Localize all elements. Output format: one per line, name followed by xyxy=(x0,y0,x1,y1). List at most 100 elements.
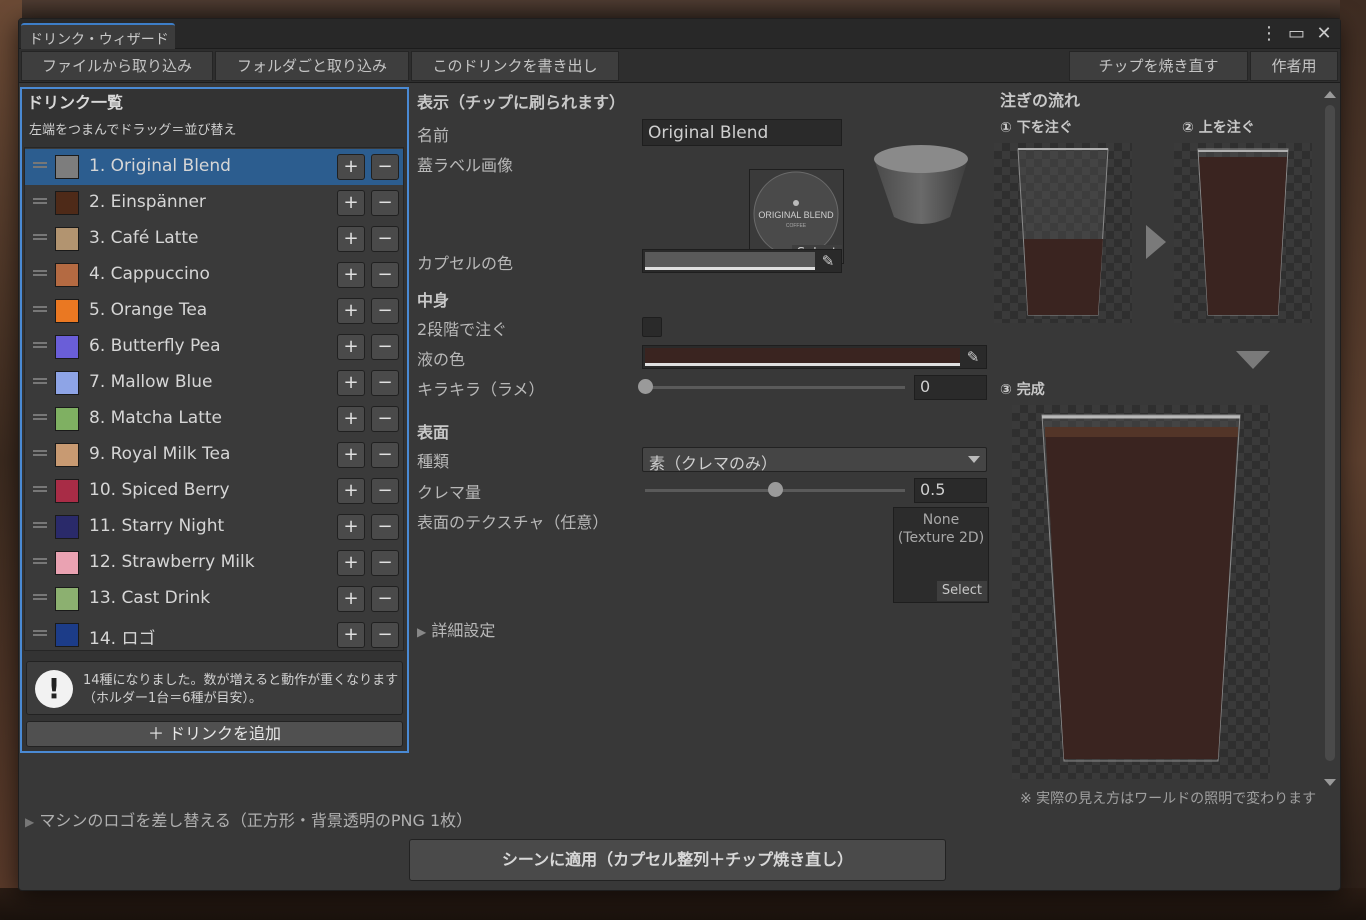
surface-texture-field[interactable]: None (Texture 2D) Select xyxy=(893,507,989,603)
remove-button[interactable]: − xyxy=(371,406,399,432)
drink-list: 1. Original Blend + −2. Einspänner + −3. Caf… xyxy=(24,147,404,651)
list-item[interactable]: 3. Café Latte + − xyxy=(25,221,403,257)
remove-button[interactable]: − xyxy=(371,622,399,648)
drag-handle-icon[interactable] xyxy=(33,378,47,384)
drag-handle-icon[interactable] xyxy=(33,486,47,492)
duplicate-button[interactable]: + xyxy=(337,406,365,432)
drink-name: 5. Orange Tea xyxy=(89,300,208,320)
duplicate-button[interactable]: + xyxy=(337,442,365,468)
step3-label: ③ 完成 xyxy=(1000,382,1045,398)
step1-preview xyxy=(994,143,1132,323)
duplicate-button[interactable]: + xyxy=(337,334,365,360)
duplicate-button[interactable]: + xyxy=(337,514,365,540)
duplicate-button[interactable]: + xyxy=(337,478,365,504)
drag-handle-icon[interactable] xyxy=(33,630,47,636)
import-file-button[interactable]: ファイルから取り込み xyxy=(21,51,213,81)
scrollbar[interactable] xyxy=(1322,87,1336,793)
list-item[interactable]: 1. Original Blend + − xyxy=(25,149,403,185)
drag-handle-icon[interactable] xyxy=(33,162,47,168)
list-item[interactable]: 6. Butterfly Pea + − xyxy=(25,329,403,365)
scroll-down-icon[interactable] xyxy=(1324,779,1336,786)
list-item[interactable]: 14. ロゴ + − xyxy=(25,617,403,653)
capsule-color-field[interactable]: ✎ xyxy=(642,249,842,273)
maximize-icon[interactable]: ▭ xyxy=(1288,23,1305,45)
liquid-color-label: 液の色 xyxy=(417,350,466,369)
duplicate-button[interactable]: + xyxy=(337,622,365,648)
capsule-color-label: カプセルの色 xyxy=(417,254,514,273)
duplicate-button[interactable]: + xyxy=(337,226,365,252)
duplicate-button[interactable]: + xyxy=(337,370,365,396)
pour-flow-panel: 注ぎの流れ ① 下を注ぐ ② 上を注ぐ ③ 完成 ※ 実際の見え方はワールドの照… xyxy=(994,87,1324,807)
remove-button[interactable]: − xyxy=(371,334,399,360)
close-icon[interactable]: ✕ xyxy=(1316,23,1332,45)
duplicate-button[interactable]: + xyxy=(337,586,365,612)
duplicate-button[interactable]: + xyxy=(337,298,365,324)
remove-button[interactable]: − xyxy=(371,262,399,288)
scrollbar-thumb[interactable] xyxy=(1325,105,1335,761)
drag-handle-icon[interactable] xyxy=(33,342,47,348)
drink-color-swatch xyxy=(55,371,79,395)
list-item[interactable]: 8. Matcha Latte + − xyxy=(25,401,403,437)
surface-type-dropdown[interactable]: 素（クレマのみ） xyxy=(642,447,987,473)
remove-button[interactable]: − xyxy=(371,478,399,504)
texture-select-button[interactable]: Select xyxy=(936,581,987,601)
drag-handle-icon[interactable] xyxy=(33,414,47,420)
two-stage-checkbox[interactable] xyxy=(642,317,662,337)
add-drink-button[interactable]: ＋ ドリンクを追加 xyxy=(26,721,403,747)
final-preview xyxy=(1012,405,1270,779)
list-item[interactable]: 10. Spiced Berry + − xyxy=(25,473,403,509)
logo-foldout[interactable]: ▶ マシンのロゴを差し替える（正方形・背景透明のPNG 1枚） xyxy=(25,807,472,831)
remove-button[interactable]: − xyxy=(371,226,399,252)
glitter-slider-track[interactable] xyxy=(645,386,905,389)
glitter-slider-knob[interactable] xyxy=(638,379,653,394)
drag-handle-icon[interactable] xyxy=(33,198,47,204)
duplicate-button[interactable]: + xyxy=(337,262,365,288)
remove-button[interactable]: − xyxy=(371,514,399,540)
duplicate-button[interactable]: + xyxy=(337,190,365,216)
drink-color-swatch xyxy=(55,407,79,431)
remove-button[interactable]: − xyxy=(371,550,399,576)
drag-handle-icon[interactable] xyxy=(33,270,47,276)
list-item[interactable]: 5. Orange Tea + − xyxy=(25,293,403,329)
duplicate-button[interactable]: + xyxy=(337,550,365,576)
drag-handle-icon[interactable] xyxy=(33,306,47,312)
list-item[interactable]: 13. Cast Drink + − xyxy=(25,581,403,617)
eyedropper-icon[interactable]: ✎ xyxy=(960,346,986,368)
list-item[interactable]: 9. Royal Milk Tea + − xyxy=(25,437,403,473)
drag-handle-icon[interactable] xyxy=(33,234,47,240)
drag-handle-icon[interactable] xyxy=(33,450,47,456)
rebake-chips-button[interactable]: チップを焼き直す xyxy=(1069,51,1248,81)
author-button[interactable]: 作者用 xyxy=(1250,51,1338,81)
import-folder-button[interactable]: フォルダごと取り込み xyxy=(215,51,409,81)
surface-section-header: 表面 xyxy=(417,423,450,442)
list-item[interactable]: 11. Starry Night + − xyxy=(25,509,403,545)
name-field[interactable]: Original Blend xyxy=(642,119,842,146)
remove-button[interactable]: − xyxy=(371,370,399,396)
remove-button[interactable]: − xyxy=(371,190,399,216)
liquid-color-field[interactable]: ✎ xyxy=(642,345,987,369)
duplicate-button[interactable]: + xyxy=(337,154,365,180)
more-vert-icon[interactable]: ⋮ xyxy=(1260,23,1278,45)
list-item[interactable]: 12. Strawberry Milk + − xyxy=(25,545,403,581)
apply-to-scene-button[interactable]: シーンに適用（カプセル整列＋チップ焼き直し） xyxy=(409,839,946,881)
list-item[interactable]: 4. Cappuccino + − xyxy=(25,257,403,293)
eyedropper-icon[interactable]: ✎ xyxy=(815,250,841,272)
two-stage-label: 2段階で注ぐ xyxy=(417,320,508,339)
drag-handle-icon[interactable] xyxy=(33,558,47,564)
window-tab[interactable]: ドリンク・ウィザード xyxy=(21,23,175,49)
crema-slider-knob[interactable] xyxy=(768,482,783,497)
scroll-up-icon[interactable] xyxy=(1324,91,1336,98)
remove-button[interactable]: − xyxy=(371,298,399,324)
list-item[interactable]: 2. Einspänner + − xyxy=(25,185,403,221)
drink-color-swatch xyxy=(55,263,79,287)
list-item[interactable]: 7. Mallow Blue + − xyxy=(25,365,403,401)
drag-handle-icon[interactable] xyxy=(33,522,47,528)
drag-handle-icon[interactable] xyxy=(33,594,47,600)
export-drink-button[interactable]: このドリンクを書き出し xyxy=(411,51,619,81)
advanced-foldout[interactable]: ▶ 詳細設定 xyxy=(417,617,495,641)
remove-button[interactable]: − xyxy=(371,442,399,468)
remove-button[interactable]: − xyxy=(371,586,399,612)
crema-value-field[interactable]: 0.5 xyxy=(914,478,987,503)
remove-button[interactable]: − xyxy=(371,154,399,180)
glitter-value-field[interactable]: 0 xyxy=(914,375,987,400)
